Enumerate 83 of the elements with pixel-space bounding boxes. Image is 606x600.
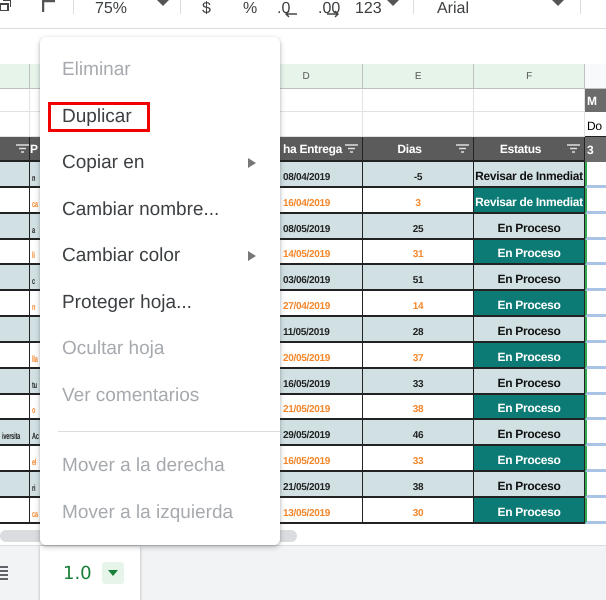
filter-icon[interactable]: [16, 144, 29, 154]
table-cell: 33: [363, 446, 474, 472]
table-cell: 33: [363, 368, 474, 395]
filter-icon[interactable]: [345, 144, 358, 154]
currency-button[interactable]: $: [202, 0, 211, 18]
table-cell: M: [585, 89, 606, 112]
status-cell: En Proceso: [474, 472, 585, 498]
caret-icon[interactable]: [108, 570, 118, 576]
table-cell: -5: [363, 162, 474, 188]
filter-icon[interactable]: [567, 144, 580, 154]
table-cell: [585, 498, 606, 524]
cell-text: a: [32, 224, 35, 235]
window-icon[interactable]: [0, 0, 11, 11]
table-cell: [585, 472, 606, 498]
header-text: Dias: [397, 142, 422, 156]
column-header: E: [363, 64, 474, 90]
caret-icon[interactable]: [387, 0, 399, 6]
status-cell: En Proceso: [474, 214, 585, 240]
table-cell: [585, 446, 606, 472]
status-cell: En Proceso: [474, 420, 585, 446]
table-cell: [585, 317, 606, 343]
table-cell: [585, 342, 606, 369]
cell-text: iversita: [2, 431, 20, 442]
column-header: [585, 64, 606, 90]
cell-text: ca: [32, 198, 38, 209]
caret-icon[interactable]: [552, 0, 564, 6]
cell-text: n: [32, 302, 36, 312]
column-header: 3: [585, 137, 606, 162]
status-cell: En Proceso: [474, 291, 585, 318]
percent-button[interactable]: %: [243, 0, 258, 18]
table-cell: 37: [363, 342, 474, 369]
status-cell: Revisar de Inmediat: [474, 162, 585, 188]
column-header: F: [474, 64, 585, 90]
sheet-tab[interactable]: 1.0: [40, 546, 140, 600]
status-cell: En Proceso: [474, 498, 585, 524]
table-cell: 28: [363, 317, 474, 343]
table-cell: 38: [363, 472, 474, 498]
status-cell: Revisar de Inmediat: [474, 188, 585, 214]
number-format-dropdown[interactable]: 123: [355, 0, 382, 18]
status-cell: En Proceso: [474, 368, 585, 395]
filter-icon[interactable]: [456, 144, 469, 154]
status-cell: En Proceso: [474, 265, 585, 292]
font-dropdown[interactable]: Arial: [437, 0, 470, 18]
table-cell: 30: [363, 498, 474, 524]
table-cell: [585, 188, 606, 214]
cell-text: n: [32, 172, 36, 183]
status-cell: En Proceso: [474, 446, 585, 472]
cell-text: ca: [32, 508, 38, 519]
increase-decimals-button[interactable]: .00: [318, 0, 340, 18]
cell-text: ri: [32, 483, 36, 493]
table-cell: [585, 420, 606, 446]
table-cell: 14: [363, 291, 474, 318]
caret-icon[interactable]: [157, 0, 169, 6]
cell-text: el: [32, 457, 36, 468]
cell-text: lla: [32, 354, 38, 364]
table-cell: 25: [363, 214, 474, 240]
table-cell: 38: [363, 394, 474, 420]
table-cell: [585, 214, 606, 240]
status-cell: En Proceso: [474, 240, 585, 266]
header-text: Estatus: [500, 142, 542, 156]
cell-text: tu: [32, 380, 37, 390]
table-cell: [585, 291, 606, 318]
menu-icon[interactable]: [0, 566, 8, 580]
header-text: ha Entrega: [283, 142, 342, 156]
table-cell: [585, 368, 606, 395]
zoom-dropdown[interactable]: 75%: [95, 0, 128, 18]
status-cell: En Proceso: [474, 394, 585, 420]
cell-text: o: [32, 405, 36, 416]
table-cell: [585, 162, 606, 188]
menu-item[interactable]: Duplicar: [40, 94, 280, 140]
table-cell: [585, 265, 606, 292]
roller-icon[interactable]: [42, 0, 56, 12]
table-cell: 46: [363, 420, 474, 446]
table-cell: 51: [363, 265, 474, 292]
cell-text: c: [32, 276, 35, 286]
cell-text: li: [32, 250, 35, 260]
table-cell: [585, 240, 606, 266]
status-cell: En Proceso: [474, 317, 585, 343]
status-cell: En Proceso: [474, 342, 585, 369]
table-cell: 31: [363, 240, 474, 266]
table-cell: 3: [363, 188, 474, 214]
cell-text: Ac: [32, 431, 39, 442]
table-cell: [585, 394, 606, 420]
